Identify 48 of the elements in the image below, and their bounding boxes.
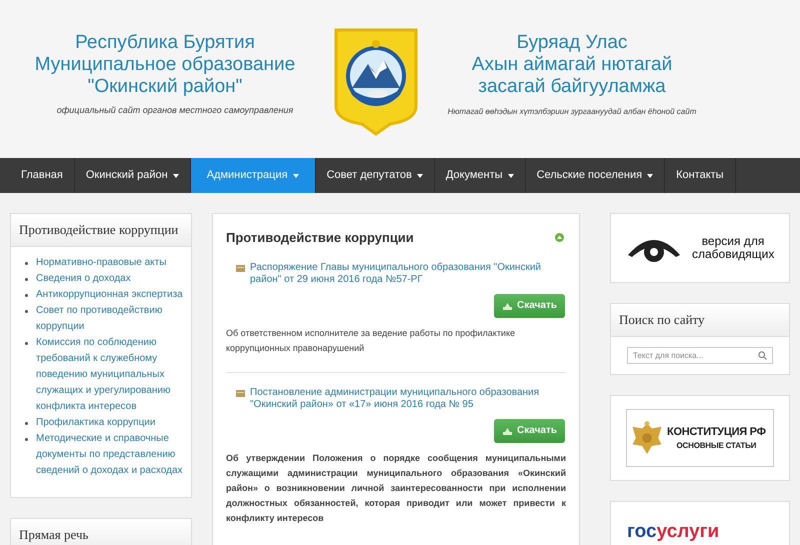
- search-icon[interactable]: [758, 350, 767, 360]
- banner-text: ОСНОВНЫЕ СТАТЬИ: [676, 440, 756, 452]
- nav-item[interactable]: Документы: [434, 158, 526, 193]
- site-title: Ахын аймагай нютагай: [472, 54, 672, 76]
- search-field[interactable]: Текст для поиска...: [627, 346, 773, 364]
- site-title: Буряад Улас: [516, 32, 628, 54]
- sidebar-link[interactable]: Антикоррупционная экспертиза: [36, 286, 183, 302]
- document-icon: [236, 388, 245, 398]
- nav-item[interactable]: Администрация: [190, 158, 316, 193]
- document-description: Об ответственном исполнителе за ведение работы по профилактике коррупционных правонарушений: [226, 326, 516, 355]
- emblem-icon: [631, 420, 663, 456]
- document-description: Об утверждении Положения о порядке сообщения муниципальными служащими администрации муниципального образования «Окинский район» о возникновении личной заинтересованности при исполнении должностных обязанностей, которая приводит или может привести к конфликту интересов: [226, 452, 566, 525]
- site-title: "Окинский район": [88, 76, 242, 98]
- bullet-icon: [25, 438, 28, 440]
- document-link[interactable]: Распоряжение Главы муниципального образования "Окинский район" от 29 июня 2016 года №57-РГ: [250, 262, 566, 286]
- banner-text: КОНСТИТУЦИЯ РФ: [667, 424, 766, 440]
- document-link[interactable]: Постановление администрации муниципального образования "Окинский район» от «17» июня 2016 года № 95: [250, 386, 566, 410]
- nav-item[interactable]: Главная: [10, 158, 75, 193]
- site-title: Муниципальное образование: [34, 54, 296, 76]
- document-icon: [236, 264, 245, 272]
- sidebar-link[interactable]: Профилактика коррупции: [36, 414, 156, 430]
- gosuslugi-logo[interactable]: госуслуги: [627, 522, 789, 542]
- up-arrow-icon[interactable]: [555, 233, 564, 242]
- nav-item[interactable]: Сельские поселения: [526, 158, 666, 193]
- sidebar-link[interactable]: Методические и справочные документы по представлению сведений о доходах и расходах: [36, 430, 183, 478]
- bullet-icon: [25, 342, 28, 344]
- bullet-icon: [25, 278, 28, 280]
- site-title: Республика Бурятия: [75, 32, 255, 54]
- bullet-icon: [25, 310, 28, 312]
- sidebar-link[interactable]: Комиссия по соблюдению требований к служебному поведению муниципальных служащих и урегулированию конфликта интересов: [36, 334, 183, 414]
- site-subtitle: официальный сайт органов местного самоуправления: [56, 104, 294, 117]
- constitution-banner[interactable]: КОНСТИТУЦИЯ РФ ОСНОВНЫЕ СТАТЬИ: [626, 409, 774, 467]
- content-title: Противодействие коррупции: [226, 229, 414, 247]
- download-button[interactable]: Скачать: [494, 294, 565, 318]
- accessibility-link[interactable]: версия для слабовидящих: [692, 235, 774, 261]
- bullet-icon: [25, 294, 28, 296]
- sidebar-link[interactable]: Совет по противодействию коррупции: [36, 302, 183, 334]
- site-title: засагай байгууламжа: [478, 76, 666, 98]
- download-icon: [502, 300, 514, 310]
- download-icon: [502, 426, 514, 436]
- sidebar-link[interactable]: Нормативно-правовые акты: [36, 254, 166, 270]
- sidebar-link[interactable]: Сведения о доходах: [36, 270, 131, 286]
- bullet-icon: [25, 422, 28, 424]
- download-button[interactable]: Скачать: [494, 418, 565, 442]
- site-subtitle: Нютагай өөһэдын хүтэлбэриин зургаануудай албан ёһоной сайт: [448, 106, 696, 118]
- bullet-icon: [25, 262, 28, 264]
- nav-item[interactable]: Контакты: [665, 158, 736, 193]
- nav-item[interactable]: Совет депутатов: [316, 158, 435, 193]
